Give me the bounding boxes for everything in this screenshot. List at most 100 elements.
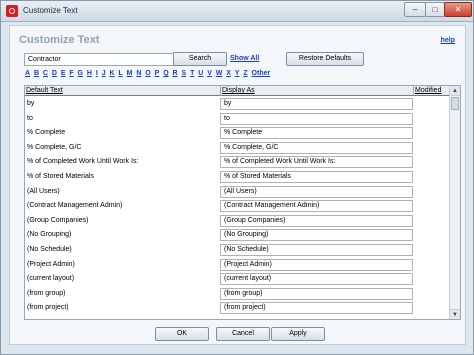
alpha-link-w[interactable]: W <box>216 70 223 77</box>
alpha-link-c[interactable]: C <box>43 70 48 77</box>
table-body: by by to to % Complete % Complete % Complet… <box>25 97 449 316</box>
table-row: (Contract Management Admin) (Contract Man… <box>25 199 449 214</box>
default-text-cell: (All Users) <box>27 187 60 195</box>
ok-button[interactable]: OK <box>155 327 209 341</box>
alpha-link-l[interactable]: L <box>118 70 122 77</box>
alpha-link-o[interactable]: O <box>145 70 150 77</box>
alpha-link-k[interactable]: K <box>109 70 114 77</box>
display-as-input[interactable]: (No Grouping) <box>220 229 413 242</box>
alpha-link-other[interactable]: Other <box>252 70 271 77</box>
alpha-link-u[interactable]: U <box>198 70 203 77</box>
table-row: (current layout) (current layout) <box>25 272 449 287</box>
display-as-input[interactable]: (from group) <box>220 287 413 300</box>
help-link[interactable]: help <box>441 37 455 44</box>
default-text-cell: % of Completed Work Until Work Is: <box>27 158 139 166</box>
table-row: (from project) (from project) <box>25 301 449 316</box>
minimize-button[interactable]: – <box>404 2 426 17</box>
search-button[interactable]: Search <box>173 52 227 66</box>
table-row: (Project Admin) (Project Admin) <box>25 258 449 273</box>
default-text-cell: (No Schedule) <box>27 245 72 253</box>
alpha-link-h[interactable]: H <box>87 70 92 77</box>
alpha-link-y[interactable]: Y <box>235 70 240 77</box>
column-default-text[interactable]: Default Text <box>25 86 220 96</box>
display-as-input[interactable]: (Project Admin) <box>220 258 413 271</box>
alpha-link-m[interactable]: M <box>127 70 133 77</box>
table-row: (from group) (from group) <box>25 287 449 302</box>
alpha-link-z[interactable]: Z <box>243 70 247 77</box>
show-all-link[interactable]: Show All <box>230 55 259 62</box>
default-text-cell: to <box>27 114 33 122</box>
text-table: Default Text Display As Modified by by to… <box>24 85 461 320</box>
cancel-button[interactable]: Cancel <box>216 327 270 341</box>
display-as-input[interactable]: % Complete <box>220 127 413 140</box>
table-header: Default Text Display As Modified <box>25 86 449 96</box>
default-text-cell: % Complete <box>27 129 66 137</box>
column-modified[interactable]: Modified <box>413 86 449 96</box>
default-text-cell: (No Grouping) <box>27 231 72 239</box>
customize-text-panel: Customize Text help Search Show All Rest… <box>9 25 466 345</box>
alpha-link-s[interactable]: S <box>182 70 187 77</box>
display-as-input[interactable]: (from project) <box>220 302 413 315</box>
display-as-input[interactable]: to <box>220 112 413 125</box>
column-display-as[interactable]: Display As <box>220 86 413 96</box>
alpha-link-q[interactable]: Q <box>163 70 168 77</box>
customize-text-window: Customize Text – □ ✕ Customize Text help… <box>0 0 474 355</box>
display-as-input[interactable]: (current layout) <box>220 273 413 286</box>
alpha-link-p[interactable]: P <box>155 70 160 77</box>
default-text-cell: (current layout) <box>27 275 75 283</box>
alpha-link-x[interactable]: X <box>226 70 231 77</box>
display-as-input[interactable]: % of Completed Work Until Work Is: <box>220 156 413 169</box>
alpha-link-v[interactable]: V <box>207 70 212 77</box>
alphabet-filter: A B C D E F G H I J K L M N O P Q R S T U V W X Y Z Other <box>25 70 274 77</box>
display-as-input[interactable]: (No Schedule) <box>220 243 413 256</box>
dialog-footer: OK Cancel Apply <box>10 325 465 345</box>
search-input[interactable] <box>24 53 179 66</box>
table-row: % of Completed Work Until Work Is: % of C… <box>25 155 449 170</box>
table-row: (Group Companies) (Group Companies) <box>25 214 449 229</box>
close-button[interactable]: ✕ <box>444 2 472 17</box>
title-bar: Customize Text – □ ✕ <box>1 1 473 22</box>
display-as-input[interactable]: (Group Companies) <box>220 214 413 227</box>
apply-button[interactable]: Apply <box>271 327 325 341</box>
display-as-input[interactable]: (All Users) <box>220 185 413 198</box>
display-as-input[interactable]: % of Stored Materials <box>220 170 413 183</box>
alpha-link-f[interactable]: F <box>69 70 73 77</box>
display-as-input[interactable]: by <box>220 98 413 110</box>
table-row: % Complete, G/C % Complete, G/C <box>25 141 449 156</box>
default-text-cell: % Complete, G/C <box>27 143 82 151</box>
app-logo-icon <box>6 5 18 17</box>
scroll-up-arrow-icon[interactable]: ▲ <box>450 86 460 96</box>
default-text-cell: (Contract Management Admin) <box>27 202 123 210</box>
display-as-input[interactable]: (Contract Management Admin) <box>220 200 413 213</box>
table-row: % of Stored Materials % of Stored Materia… <box>25 170 449 185</box>
page-title: Customize Text <box>19 34 100 46</box>
alpha-link-g[interactable]: G <box>78 70 83 77</box>
default-text-cell: % of Stored Materials <box>27 172 94 180</box>
alpha-link-i[interactable]: I <box>96 70 98 77</box>
table-scrollbar[interactable]: ▲ ▼ <box>449 86 460 319</box>
alpha-link-t[interactable]: T <box>190 70 194 77</box>
default-text-cell: (from group) <box>27 289 66 297</box>
table-row: (No Grouping) (No Grouping) <box>25 228 449 243</box>
restore-defaults-button[interactable]: Restore Defaults <box>286 52 364 66</box>
default-text-cell: (Group Companies) <box>27 216 89 224</box>
alpha-link-a[interactable]: A <box>25 70 30 77</box>
alpha-link-d[interactable]: D <box>52 70 57 77</box>
scroll-thumb[interactable] <box>451 97 459 110</box>
alpha-link-b[interactable]: B <box>34 70 39 77</box>
maximize-button[interactable]: □ <box>425 2 445 17</box>
alpha-link-e[interactable]: E <box>61 70 66 77</box>
table-row: % Complete % Complete <box>25 126 449 141</box>
alpha-link-n[interactable]: N <box>136 70 141 77</box>
table-row: to to <box>25 112 449 127</box>
window-title: Customize Text <box>23 6 78 15</box>
display-as-input[interactable]: % Complete, G/C <box>220 141 413 154</box>
table-row: (All Users) (All Users) <box>25 185 449 200</box>
default-text-cell: (Project Admin) <box>27 260 75 268</box>
table-row: (No Schedule) (No Schedule) <box>25 243 449 258</box>
default-text-cell: by <box>27 100 35 107</box>
alpha-link-r[interactable]: R <box>173 70 178 77</box>
table-row: by by <box>25 97 449 112</box>
alpha-link-j[interactable]: J <box>102 70 106 77</box>
scroll-down-arrow-icon[interactable]: ▼ <box>450 309 460 319</box>
